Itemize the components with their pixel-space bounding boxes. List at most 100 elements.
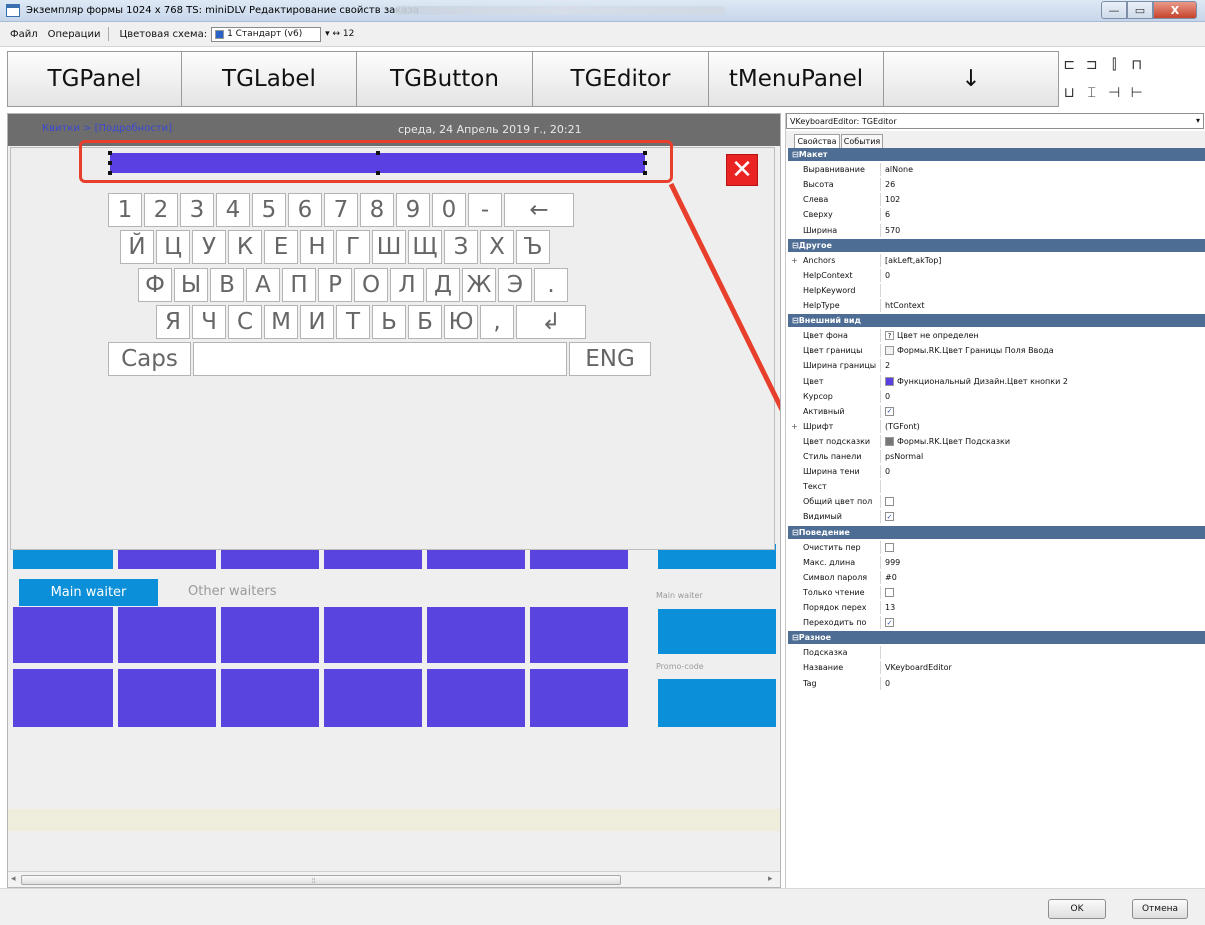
tab-other-waiters[interactable]: Other waiters	[188, 584, 276, 599]
zoom-select[interactable]: ▾ ↔ 12	[325, 27, 385, 42]
key[interactable]: А	[246, 268, 280, 302]
property-row[interactable]: Порядок перех 13	[788, 601, 1205, 614]
property-value[interactable]: 570	[881, 226, 900, 235]
property-row[interactable]: Tag 0	[788, 676, 1205, 690]
key[interactable]: Ц	[156, 230, 190, 264]
more-components-button[interactable]: ↓	[883, 51, 1059, 107]
key[interactable]: Е	[264, 230, 298, 264]
property-row[interactable]: Только чтение	[788, 585, 1205, 599]
key[interactable]: Д	[426, 268, 460, 302]
align-left-icon[interactable]: ⊏	[1063, 57, 1075, 73]
property-category[interactable]: ⊟ Другое	[788, 238, 1205, 252]
key[interactable]: У	[192, 230, 226, 264]
object-selector[interactable]: VKeyboardEditor: TGEditor ▾	[786, 113, 1204, 129]
key[interactable]: Л	[390, 268, 424, 302]
menu-file[interactable]: Файл	[10, 29, 38, 40]
tile[interactable]	[530, 669, 628, 727]
tile-blue[interactable]	[658, 609, 776, 654]
key[interactable]: Э	[498, 268, 532, 302]
tile[interactable]	[530, 607, 628, 663]
key[interactable]: 1	[108, 193, 142, 227]
checkbox[interactable]	[885, 497, 894, 507]
property-value[interactable]: 999	[881, 558, 900, 567]
tgbutton-button[interactable]: TGButton	[356, 51, 533, 107]
key[interactable]: 0	[432, 193, 466, 227]
key[interactable]: ←	[504, 193, 574, 227]
key[interactable]: ,	[480, 305, 514, 339]
key[interactable]: Н	[300, 230, 334, 264]
color-scheme-select[interactable]: 1 Стандарт (v6)	[211, 26, 322, 42]
property-value[interactable]: Формы.RK.Цвет Границы Поля Ввода	[881, 346, 1054, 356]
property-row[interactable]: HelpKeyword	[788, 283, 1205, 297]
property-row[interactable]: Макс. длина 999	[788, 555, 1205, 569]
tile[interactable]	[221, 607, 319, 663]
property-value[interactable]: ✓	[881, 406, 894, 416]
design-canvas[interactable]: Квитки > [Подробности] среда, 24 Апрель …	[7, 113, 781, 888]
expand-icon[interactable]: +	[791, 256, 798, 265]
checkbox[interactable]: ✓	[885, 406, 894, 416]
property-value[interactable]: (TGFont)	[881, 422, 920, 431]
property-row[interactable]: Название VKeyboardEditor	[788, 661, 1205, 675]
property-value[interactable]	[881, 497, 894, 507]
property-value[interactable]: 0	[881, 271, 890, 280]
property-row[interactable]: Переходить по ✓	[788, 616, 1205, 630]
key[interactable]: В	[210, 268, 244, 302]
tile[interactable]	[427, 607, 525, 663]
maximize-button[interactable]: ▭	[1127, 1, 1153, 19]
property-value[interactable]	[881, 542, 894, 552]
key[interactable]: Ш	[372, 230, 406, 264]
tile[interactable]	[324, 607, 422, 663]
tab-properties[interactable]: Свойства	[794, 134, 840, 148]
key[interactable]: Ы	[174, 268, 208, 302]
property-row[interactable]: + Шрифт (TGFont)	[788, 419, 1205, 433]
key[interactable]: Ю	[444, 305, 478, 339]
property-value[interactable]: VKeyboardEditor	[881, 663, 952, 672]
property-value[interactable]: alNone	[881, 165, 913, 174]
align-center-icon[interactable]: ⊐	[1086, 57, 1098, 73]
language-key[interactable]: ENG	[569, 342, 651, 376]
checkbox[interactable]: ✓	[885, 512, 894, 522]
key[interactable]: 9	[396, 193, 430, 227]
caps-key[interactable]: Caps	[108, 342, 191, 376]
tile[interactable]	[324, 669, 422, 727]
ok-button[interactable]: OK	[1048, 899, 1106, 919]
key[interactable]: 6	[288, 193, 322, 227]
tgeditor-button[interactable]: TGEditor	[532, 51, 709, 107]
key[interactable]: М	[264, 305, 298, 339]
property-value[interactable]: psNormal	[881, 452, 923, 461]
key[interactable]: 8	[360, 193, 394, 227]
key[interactable]: ↲	[516, 305, 586, 339]
tile[interactable]	[13, 669, 113, 727]
align-top-icon[interactable]: ⊓	[1131, 57, 1142, 73]
property-row[interactable]: + Anchors [akLeft,akTop]	[788, 253, 1205, 267]
property-value[interactable]: 26	[881, 180, 895, 189]
key[interactable]: Щ	[408, 230, 442, 264]
align-right-icon[interactable]: ⫿	[1112, 57, 1116, 73]
space-horizontal-icon[interactable]: ⊣	[1108, 85, 1120, 101]
key[interactable]: 7	[324, 193, 358, 227]
property-row[interactable]: Цвет фона? Цвет не определен	[788, 329, 1205, 343]
close-icon[interactable]: ✕	[726, 154, 758, 186]
scrollbar-thumb[interactable]: ⦙⦙	[21, 875, 621, 885]
property-value[interactable]: Формы.RK.Цвет Подсказки	[881, 436, 1010, 446]
property-row[interactable]: Сверху 6	[788, 208, 1205, 222]
key[interactable]: Ф	[138, 268, 172, 302]
property-row[interactable]: Подсказка	[788, 646, 1205, 660]
property-value[interactable]: 13	[881, 603, 895, 612]
key[interactable]: 3	[180, 193, 214, 227]
scroll-left-icon[interactable]: ◂	[11, 874, 16, 884]
tile[interactable]	[221, 669, 319, 727]
key[interactable]: Ч	[192, 305, 226, 339]
tgpanel-button[interactable]: TGPanel	[7, 51, 182, 107]
scroll-right-icon[interactable]: ▸	[768, 874, 773, 884]
key[interactable]: П	[282, 268, 316, 302]
property-row[interactable]: Ширина 570	[788, 223, 1205, 237]
property-value[interactable]	[881, 587, 894, 597]
key[interactable]: Т	[336, 305, 370, 339]
align-middle-icon[interactable]: ⊔	[1064, 85, 1075, 101]
tile[interactable]	[427, 669, 525, 727]
cancel-button[interactable]: Отмена	[1132, 899, 1188, 919]
tab-events[interactable]: События	[841, 134, 883, 148]
tile-blue[interactable]	[658, 679, 776, 727]
property-row[interactable]: Ширина тени 0	[788, 465, 1205, 479]
